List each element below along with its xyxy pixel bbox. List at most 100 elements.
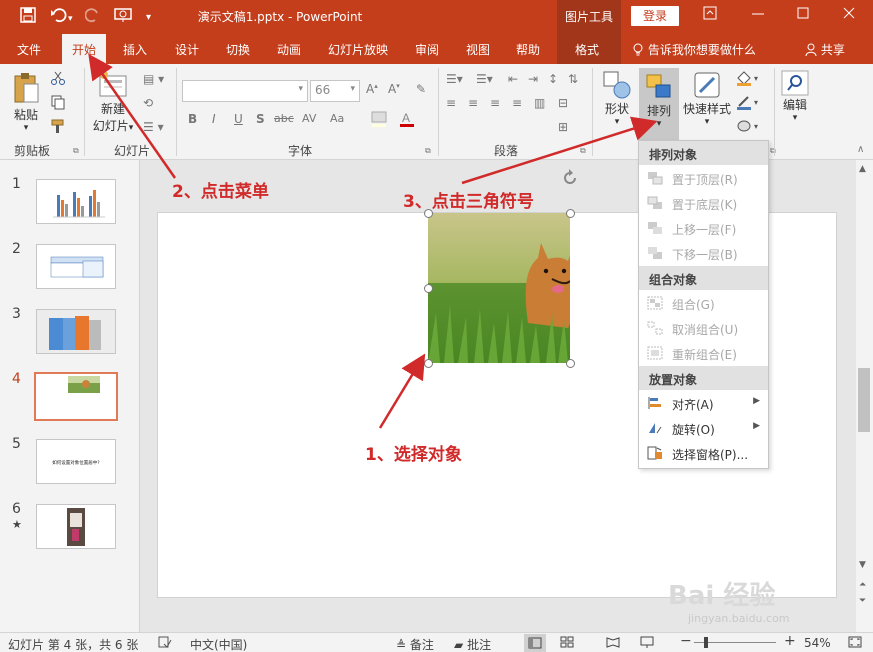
share-button[interactable]: 共享 [805, 41, 845, 58]
tab-review[interactable]: 审阅 [415, 41, 439, 58]
selected-dog-picture[interactable] [428, 213, 570, 363]
highlight-icon[interactable] [370, 110, 388, 131]
minimize-icon[interactable] [752, 6, 764, 24]
edit-button[interactable]: 编辑 ▾ [778, 70, 812, 123]
clear-format-icon[interactable]: ✎ [416, 82, 426, 96]
new-slide-button[interactable]: 新建 幻灯片▾ [90, 70, 136, 134]
arrange-dropdown-icon[interactable]: ▾ [639, 119, 679, 129]
menu-item-align[interactable]: 对齐(A) ▶ [639, 391, 768, 416]
zoom-level[interactable]: 54% [804, 636, 831, 650]
resize-handle-sw[interactable] [424, 359, 433, 368]
align-left-icon[interactable]: ≡ [446, 96, 456, 110]
close-icon[interactable] [843, 6, 855, 24]
text-direction-icon[interactable]: ⇅ [568, 72, 578, 86]
menu-item-rotate[interactable]: 旋转(O) ▶ [639, 416, 768, 441]
scrollbar-thumb[interactable] [858, 368, 870, 432]
italic-button[interactable]: I [212, 112, 216, 126]
scroll-down-icon[interactable]: ▼ [859, 560, 866, 570]
font-dialog-launcher-icon[interactable]: ⧉ [425, 146, 431, 156]
quick-styles-button[interactable]: 快速样式 ▾ [682, 70, 732, 127]
justify-icon[interactable]: ≡ [512, 96, 522, 110]
reset-icon[interactable]: ⟲ [143, 96, 153, 110]
slide-thumbnail-4[interactable] [34, 372, 118, 421]
fit-slide-icon[interactable] [848, 636, 862, 651]
align-text-icon[interactable]: ⊟ [558, 96, 568, 110]
layout-icon[interactable]: ▤ ▾ [143, 72, 164, 86]
resize-handle-s[interactable] [566, 359, 575, 368]
menu-item-send-backward[interactable]: 下移一层(B) [639, 241, 768, 266]
login-button[interactable]: 登录 [631, 6, 679, 26]
slide-thumbnail-1[interactable] [36, 179, 116, 224]
smartart-icon[interactable]: ⊞ [558, 120, 568, 134]
font-name-combo[interactable]: ▾ [182, 80, 308, 102]
format-painter-icon[interactable] [50, 118, 66, 137]
menu-item-bring-to-front[interactable]: 置于顶层(R) [639, 166, 768, 191]
line-spacing-icon[interactable]: ↕ [548, 72, 558, 86]
menu-item-send-to-back[interactable]: 置于底层(K) [639, 191, 768, 216]
rotate-handle-icon[interactable] [560, 168, 580, 191]
ribbon-display-icon[interactable] [703, 6, 717, 24]
tab-home[interactable]: 开始 [62, 34, 107, 64]
slide-thumbnail-3[interactable] [36, 309, 116, 354]
paste-dropdown-icon[interactable]: ▾ [8, 123, 44, 133]
zoom-in-icon[interactable]: + [784, 633, 796, 649]
zoom-slider-thumb[interactable] [704, 637, 708, 648]
tab-slideshow[interactable]: 幻灯片放映 [328, 41, 388, 58]
font-name-dropdown-icon[interactable]: ▾ [298, 84, 303, 94]
menu-item-selection-pane[interactable]: 选择窗格(P)... [639, 441, 768, 466]
align-right-icon[interactable]: ≡ [490, 96, 500, 110]
tell-me-search[interactable]: 告诉我你想要做什么 [632, 41, 756, 58]
menu-item-group[interactable]: 组合(G) [639, 291, 768, 316]
tab-insert[interactable]: 插入 [123, 41, 147, 58]
notes-button[interactable]: ≜ 备注 [396, 636, 434, 652]
comments-button[interactable]: ▰ 批注 [454, 636, 491, 652]
change-case-button[interactable]: Aa [330, 112, 344, 125]
copy-icon[interactable] [50, 94, 66, 113]
menu-item-regroup[interactable]: 重新组合(E) [639, 341, 768, 366]
tab-design[interactable]: 设计 [175, 41, 199, 58]
decrease-indent-icon[interactable]: ⇤ [508, 72, 518, 86]
new-slide-dropdown-icon[interactable]: ▾ [129, 123, 134, 133]
shapes-dropdown-icon[interactable]: ▾ [598, 117, 636, 127]
edit-dropdown-icon[interactable]: ▾ [778, 113, 812, 123]
align-center-icon[interactable]: ≡ [468, 96, 478, 110]
tab-format[interactable]: 格式 [575, 41, 599, 58]
section-icon[interactable]: ☰ ▾ [143, 120, 164, 134]
numbering-icon[interactable]: ☰▾ [476, 72, 493, 86]
font-size-dropdown-icon[interactable]: ▾ [350, 84, 355, 94]
arrange-button[interactable]: 排列 ▾ [639, 68, 679, 140]
slide-thumbnail-2[interactable] [36, 244, 116, 289]
zoom-out-icon[interactable]: − [680, 633, 692, 649]
decrease-font-icon[interactable]: A▾ [388, 82, 400, 96]
menu-item-ungroup[interactable]: 取消组合(U) [639, 316, 768, 341]
vertical-scrollbar[interactable]: ▲ ▼ ⏶ ⏷ [856, 160, 873, 632]
tab-animations[interactable]: 动画 [277, 41, 301, 58]
resize-handle-w[interactable] [424, 284, 433, 293]
bullets-icon[interactable]: ☰▾ [446, 72, 463, 86]
underline-button[interactable]: U [234, 112, 243, 126]
char-spacing-button[interactable]: AV [302, 112, 316, 125]
scroll-up-icon[interactable]: ▲ [859, 164, 866, 174]
prev-slide-icon[interactable]: ⏶ [859, 580, 866, 590]
slide-thumbnail-5[interactable]: 如何设置对象位置居中? [36, 439, 116, 484]
shape-fill-icon[interactable]: ▾ [736, 70, 762, 89]
tab-file[interactable]: 文件 [17, 41, 41, 58]
strikethrough-button[interactable]: abc [274, 112, 294, 125]
language-status[interactable]: 中文(中国) [190, 636, 247, 652]
collapse-ribbon-icon[interactable]: ∧ [857, 144, 864, 155]
shape-effects-icon[interactable]: ▾ [736, 118, 762, 137]
tab-help[interactable]: 帮助 [516, 41, 540, 58]
slide-sorter-icon[interactable] [560, 636, 574, 651]
bold-button[interactable]: B [188, 112, 197, 126]
paste-button[interactable]: 粘贴 ▾ [8, 70, 44, 133]
normal-view-button[interactable] [524, 634, 546, 652]
increase-indent-icon[interactable]: ⇥ [528, 72, 538, 86]
tab-transitions[interactable]: 切换 [226, 41, 250, 58]
quick-styles-dropdown-icon[interactable]: ▾ [682, 117, 732, 127]
resize-handle-n[interactable] [566, 209, 575, 218]
shapes-button[interactable]: 形状 ▾ [598, 70, 636, 127]
paragraph-dialog-launcher-icon[interactable]: ⧉ [580, 146, 586, 156]
spell-check-icon[interactable] [158, 636, 172, 651]
cut-icon[interactable] [50, 70, 66, 89]
shape-outline-icon[interactable]: ▾ [736, 94, 762, 113]
